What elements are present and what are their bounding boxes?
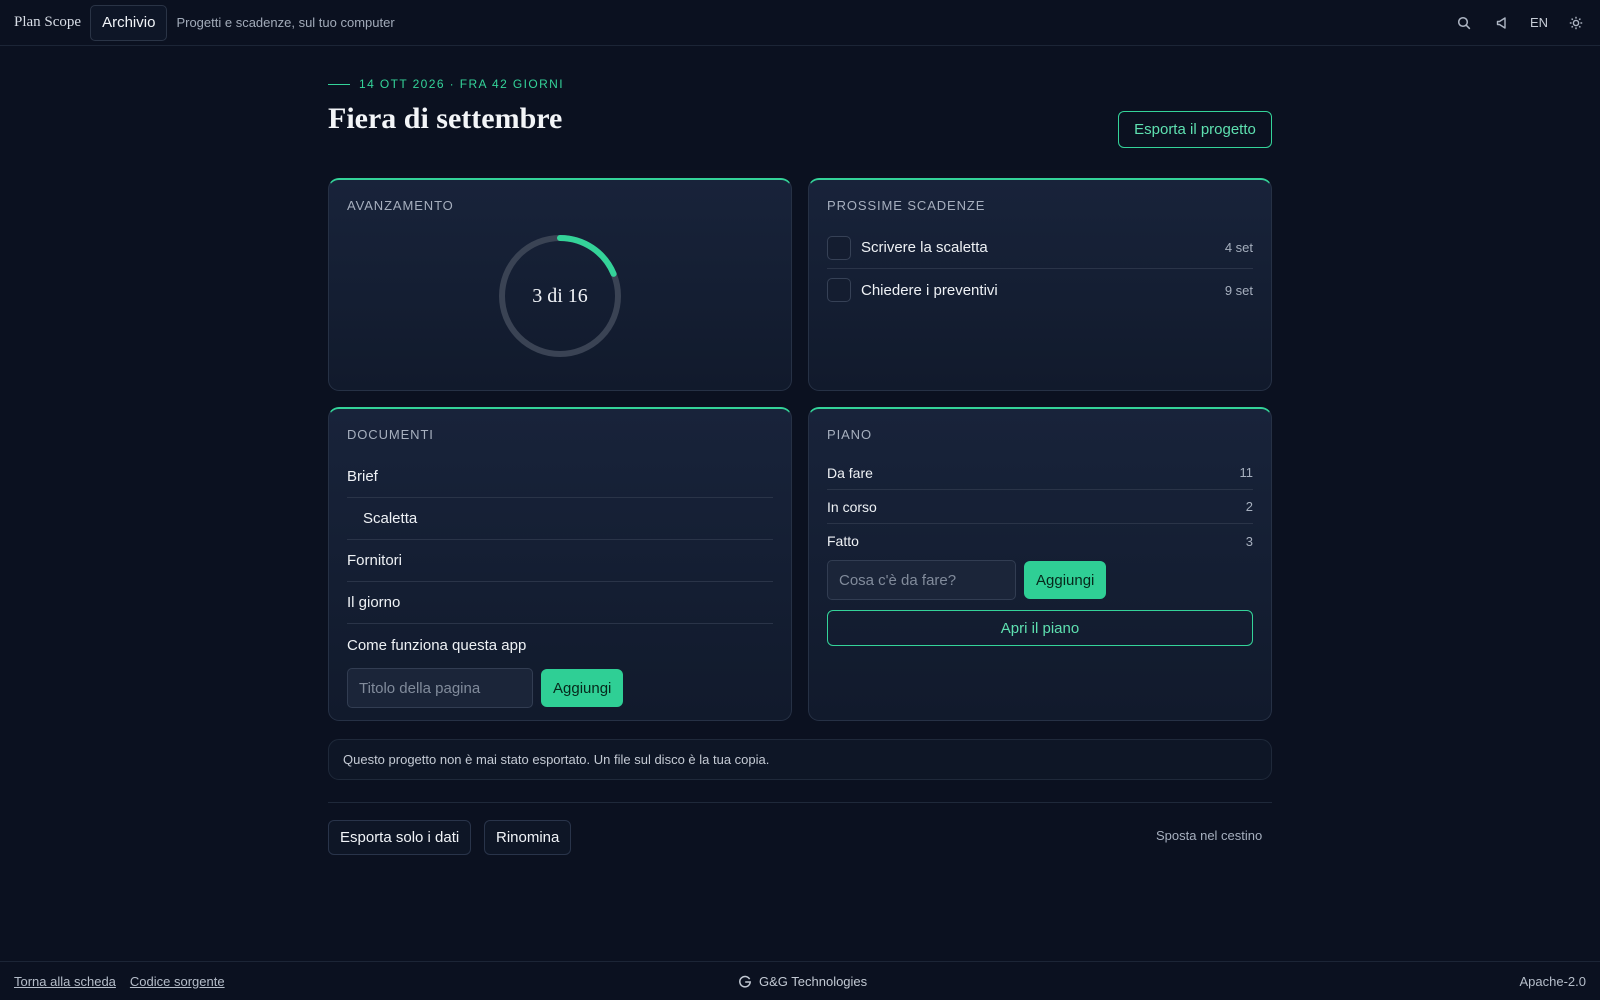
export-project-button[interactable]: Esporta il progetto [1118,111,1272,148]
page-title-input[interactable] [347,668,533,708]
plan-row-label: Da fare [827,464,873,481]
archive-button[interactable]: Archivio [90,4,168,41]
plan-row-in-progress[interactable]: In corso 2 [827,490,1253,524]
sun-icon[interactable] [1566,13,1586,33]
deadline-checkbox[interactable] [827,235,851,260]
documents-card: DOCUMENTI Brief Scaletta Fornitori Il gi… [328,407,792,721]
deadlines-card: PROSSIME SCADENZE Scrivere la scaletta 4… [808,178,1272,391]
add-page-button[interactable]: Aggiungi [541,669,624,707]
eyebrow-dash [328,83,350,85]
deadline-date: 4 set [1224,240,1253,255]
project-date-eyebrow: 14 OTT 2026 · FRA 42 GIORNI [328,77,564,91]
document-item-brief[interactable]: Brief [347,456,773,498]
plan-card-title: PIANO [827,427,872,442]
plan-row-count: 2 [1245,499,1253,514]
app-tagline: Progetti e scadenze, sul tuo computer [176,15,395,30]
page-title: Fiera di settembre [328,102,563,135]
company-logo-icon [738,975,752,989]
deadline-label[interactable]: Chiedere i preventivi [861,282,998,299]
deadlines-card-title: PROSSIME SCADENZE [827,198,986,213]
document-item-scaletta[interactable]: Scaletta [347,498,773,540]
deadline-date: 9 set [1224,282,1253,298]
plan-row-done[interactable]: Fatto 3 [827,524,1253,558]
back-to-card-link[interactable]: Torna alla scheda [14,974,116,989]
progress-card-title: AVANZAMENTO [347,198,454,213]
company-name: G&G Technologies [759,974,868,989]
progress-card: AVANZAMENTO 3 di 16 [328,178,792,391]
document-item-fornitori[interactable]: Fornitori [347,540,773,582]
plan-row-count: 3 [1245,533,1253,549]
progress-ring: 3 di 16 [496,232,624,360]
footer: Torna alla scheda Codice sorgente G&G Te… [0,961,1600,1000]
documents-card-title: DOCUMENTI [347,427,434,442]
company-credit: G&G Technologies [738,974,867,989]
section-divider [328,802,1272,803]
deadline-label[interactable]: Scrivere la scaletta [861,239,988,256]
search-icon[interactable] [1454,13,1474,33]
document-item-il-giorno[interactable]: Il giorno [347,582,773,624]
deadline-item: Chiedere i preventivi 9 set [827,269,1253,311]
language-toggle[interactable]: EN [1530,15,1548,30]
document-item-help[interactable]: Come funziona questa app [347,624,773,666]
add-document-row: Aggiungi [347,668,773,708]
open-plan-button[interactable]: Apri il piano [827,610,1253,646]
project-date: 14 OTT 2026 · FRA 42 GIORNI [359,77,564,91]
rename-button[interactable]: Rinomina [484,820,572,855]
export-notice: Questo progetto non è mai stato esportat… [328,739,1272,780]
plan-row-label: In corso [827,498,877,515]
plan-row-label: Fatto [827,533,859,549]
plan-card: PIANO Da fare 11 In corso 2 Fatto 3 Aggi… [808,407,1272,721]
top-actions: EN [1436,13,1586,33]
add-task-button[interactable]: Aggiungi [1024,561,1107,599]
task-input[interactable] [827,560,1016,600]
top-bar: Plan Scope Archivio Progetti e scadenze,… [0,0,1600,46]
plan-row-count: 11 [1239,465,1254,480]
speaker-icon[interactable] [1492,13,1512,33]
source-code-link[interactable]: Codice sorgente [130,974,225,989]
plan-row-todo[interactable]: Da fare 11 [827,456,1253,490]
app-brand[interactable]: Plan Scope [14,14,81,31]
progress-label: 3 di 16 [532,284,588,307]
move-to-trash-button[interactable]: Sposta nel cestino [1156,828,1262,843]
export-data-button[interactable]: Esporta solo i dati [328,820,472,855]
deadline-checkbox[interactable] [827,278,851,302]
deadline-item: Scrivere la scaletta 4 set [827,227,1253,269]
license-label: Apache-2.0 [1519,973,1587,989]
add-task-row: Aggiungi [827,560,1253,600]
